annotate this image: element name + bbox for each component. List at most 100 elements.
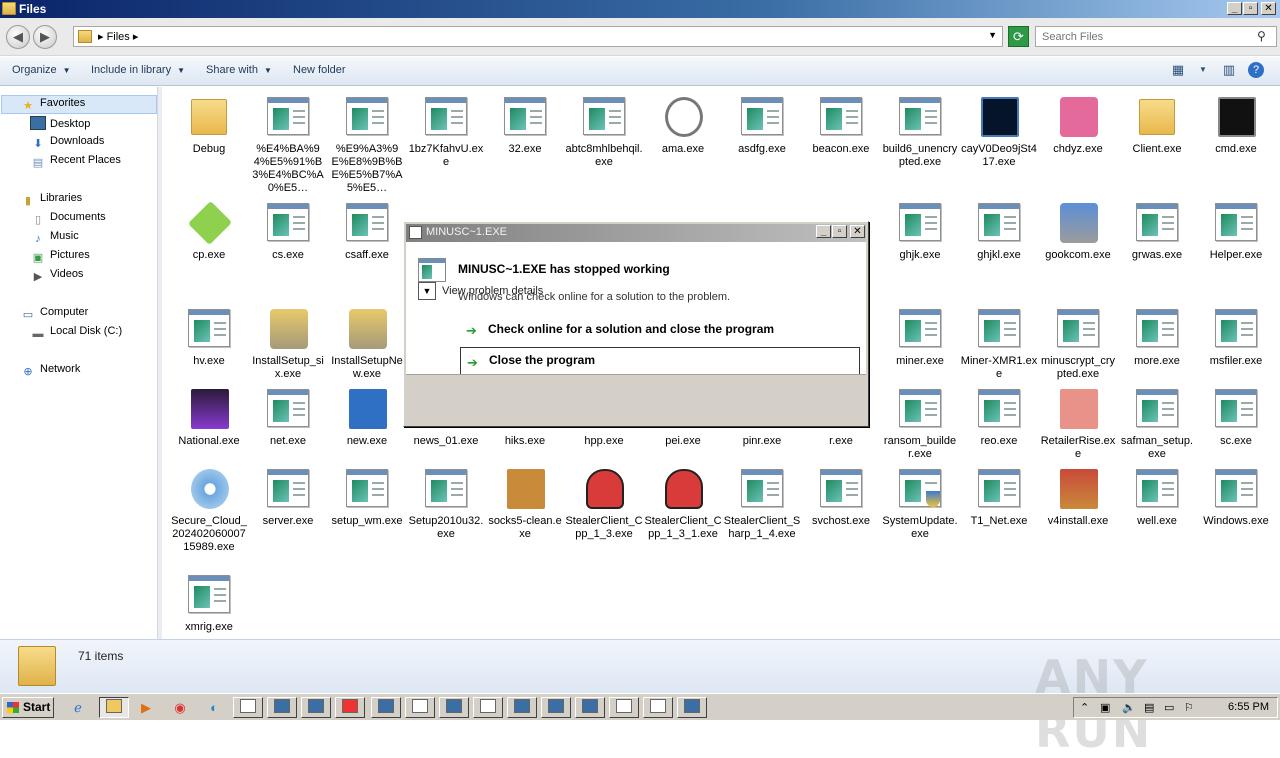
file-item[interactable]: %E4%BA%94%E5%91%B3%E4%BC%A0%E5… bbox=[249, 93, 327, 195]
battery-icon[interactable]: ▭ bbox=[1164, 701, 1174, 714]
nav-favorites[interactable]: ★ Favorites bbox=[20, 97, 85, 113]
chevron-down-icon[interactable]: ▼ bbox=[1194, 65, 1212, 83]
file-item[interactable]: Debug bbox=[170, 93, 248, 195]
file-item[interactable]: Setup2010u32.exe bbox=[407, 465, 485, 567]
address-bar[interactable]: ▸ Files ▸ ▼ bbox=[73, 26, 1003, 47]
check-online-option[interactable]: ➔ Check online for a solution and close … bbox=[460, 316, 860, 344]
breadcrumb-files[interactable]: Files bbox=[107, 31, 130, 43]
file-item[interactable]: 1bz7KfahvU.exe bbox=[407, 93, 485, 195]
nav-recent-places[interactable]: ▤ Recent Places bbox=[30, 154, 121, 170]
chrome-icon[interactable]: ◉ bbox=[170, 698, 190, 717]
file-item[interactable]: %E9%A3%9E%E8%9B%BE%E5%B7%A5%E5… bbox=[328, 93, 406, 195]
refresh-button[interactable]: ⟳ bbox=[1008, 26, 1029, 47]
file-item[interactable]: chdyz.exe bbox=[1039, 93, 1117, 195]
file-item[interactable]: Helper.exe bbox=[1197, 199, 1275, 301]
chevron-down-icon[interactable]: ▼ bbox=[988, 30, 997, 40]
expand-details-button[interactable]: ▼ bbox=[418, 282, 436, 300]
file-item[interactable]: 32.exe bbox=[486, 93, 564, 195]
ie-icon[interactable]: ℯ bbox=[68, 698, 88, 717]
dialog-titlebar[interactable]: MINUSC~1.EXE _ ▫ ✕ bbox=[406, 224, 866, 242]
dialog-minimize-button[interactable]: _ bbox=[816, 225, 831, 238]
taskbar-item[interactable] bbox=[575, 697, 605, 718]
dialog-close-button[interactable]: ✕ bbox=[850, 225, 865, 238]
file-item[interactable]: asdfg.exe bbox=[723, 93, 801, 195]
back-button[interactable]: ◀ bbox=[6, 25, 30, 49]
taskbar-item[interactable] bbox=[371, 697, 401, 718]
nav-pictures[interactable]: ▣ Pictures bbox=[30, 249, 90, 265]
file-item[interactable]: server.exe bbox=[249, 465, 327, 567]
nav-computer[interactable]: ▭ Computer bbox=[20, 306, 89, 322]
file-item[interactable]: SystemUpdate.exe bbox=[881, 465, 959, 567]
taskbar-item[interactable] bbox=[609, 697, 639, 718]
start-button[interactable]: Start bbox=[2, 697, 54, 718]
flag-icon[interactable]: ⚐ bbox=[1184, 701, 1194, 714]
file-item[interactable]: ghjkl.exe bbox=[960, 199, 1038, 301]
volume-icon[interactable]: 🔈 bbox=[1122, 701, 1136, 714]
file-item[interactable]: abtc8mhlbehqil.exe bbox=[565, 93, 643, 195]
share-with-button[interactable]: Share with ▼ bbox=[206, 64, 272, 76]
file-item[interactable]: Secure_Cloud_20240206000715989.exe bbox=[170, 465, 248, 567]
view-problem-details-link[interactable]: View problem details bbox=[442, 285, 543, 297]
file-item[interactable]: StealerClient_Cpp_1_3_1.exe bbox=[644, 465, 722, 567]
file-item[interactable]: socks5-clean.exe bbox=[486, 465, 564, 567]
file-item[interactable]: beacon.exe bbox=[802, 93, 880, 195]
search-input[interactable] bbox=[1036, 27, 1246, 46]
taskbar-item[interactable] bbox=[335, 697, 365, 718]
file-item[interactable]: v4install.exe bbox=[1039, 465, 1117, 567]
nav-local-disk[interactable]: ▬ Local Disk (C:) bbox=[30, 325, 123, 342]
edge-icon[interactable]: ◐ bbox=[204, 698, 224, 717]
close-program-option[interactable]: ➔ Close the program bbox=[460, 347, 860, 375]
nav-downloads[interactable]: ⬇ Downloads bbox=[30, 135, 104, 151]
forward-button[interactable]: ▶ bbox=[33, 25, 57, 49]
file-item[interactable]: cmd.exe bbox=[1197, 93, 1275, 195]
file-item[interactable]: T1_Net.exe bbox=[960, 465, 1038, 567]
taskbar-item[interactable] bbox=[677, 697, 707, 718]
file-item[interactable]: cs.exe bbox=[249, 199, 327, 301]
file-item[interactable]: ama.exe bbox=[644, 93, 722, 195]
include-in-library-button[interactable]: Include in library ▼ bbox=[91, 64, 185, 76]
close-button[interactable]: ✕ bbox=[1261, 2, 1276, 15]
file-item[interactable]: Windows.exe bbox=[1197, 465, 1275, 567]
file-item[interactable]: cayV0Deo9jSt417.exe bbox=[960, 93, 1038, 195]
taskbar-item[interactable] bbox=[233, 697, 263, 718]
file-item[interactable]: setup_wm.exe bbox=[328, 465, 406, 567]
taskbar-item[interactable] bbox=[267, 697, 297, 718]
clock[interactable]: 6:55 PM bbox=[1228, 701, 1269, 713]
new-folder-button[interactable]: New folder bbox=[293, 64, 346, 76]
window-titlebar[interactable]: Files _ ▫ ✕ bbox=[0, 0, 1280, 18]
file-item[interactable]: build6_unencrypted.exe bbox=[881, 93, 959, 195]
action-center-icon[interactable]: ▣ bbox=[1100, 701, 1110, 714]
taskbar-explorer[interactable] bbox=[99, 697, 129, 718]
taskbar-item[interactable] bbox=[507, 697, 537, 718]
file-item[interactable]: ghjk.exe bbox=[881, 199, 959, 301]
file-item[interactable]: StealerClient_Sharp_1_4.exe bbox=[723, 465, 801, 567]
file-item[interactable]: cp.exe bbox=[170, 199, 248, 301]
view-options-icon[interactable]: ▦ bbox=[1169, 62, 1187, 80]
help-icon[interactable]: ? bbox=[1248, 62, 1264, 78]
taskbar-item[interactable] bbox=[473, 697, 503, 718]
nav-documents[interactable]: ▯ Documents bbox=[30, 211, 106, 227]
file-item[interactable]: Client.exe bbox=[1118, 93, 1196, 195]
nav-videos[interactable]: ▶ Videos bbox=[30, 268, 84, 284]
file-item[interactable]: csaff.exe bbox=[328, 199, 406, 301]
network-tray-icon[interactable]: ▤ bbox=[1144, 701, 1154, 714]
file-item[interactable]: svchost.exe bbox=[802, 465, 880, 567]
taskbar-item[interactable] bbox=[439, 697, 469, 718]
nav-libraries[interactable]: ▮ Libraries bbox=[20, 192, 82, 208]
file-item[interactable]: well.exe bbox=[1118, 465, 1196, 567]
chevron-up-icon[interactable]: ⌃ bbox=[1080, 701, 1089, 714]
maximize-button[interactable]: ▫ bbox=[1243, 2, 1258, 15]
organize-button[interactable]: Organize ▼ bbox=[12, 64, 71, 76]
taskbar-item[interactable] bbox=[643, 697, 673, 718]
file-item[interactable]: gookcom.exe bbox=[1039, 199, 1117, 301]
search-icon[interactable]: ⚲ bbox=[1257, 29, 1273, 44]
media-player-icon[interactable]: ▶ bbox=[136, 698, 156, 717]
nav-desktop[interactable]: Desktop bbox=[30, 116, 90, 130]
minimize-button[interactable]: _ bbox=[1227, 2, 1242, 15]
preview-pane-icon[interactable]: ▥ bbox=[1220, 62, 1238, 80]
breadcrumb[interactable]: ▸ Files ▸ bbox=[98, 30, 138, 43]
taskbar-item[interactable] bbox=[301, 697, 331, 718]
taskbar-item[interactable] bbox=[405, 697, 435, 718]
search-box[interactable]: ⚲ bbox=[1035, 26, 1277, 47]
file-item[interactable]: StealerClient_Cpp_1_3.exe bbox=[565, 465, 643, 567]
